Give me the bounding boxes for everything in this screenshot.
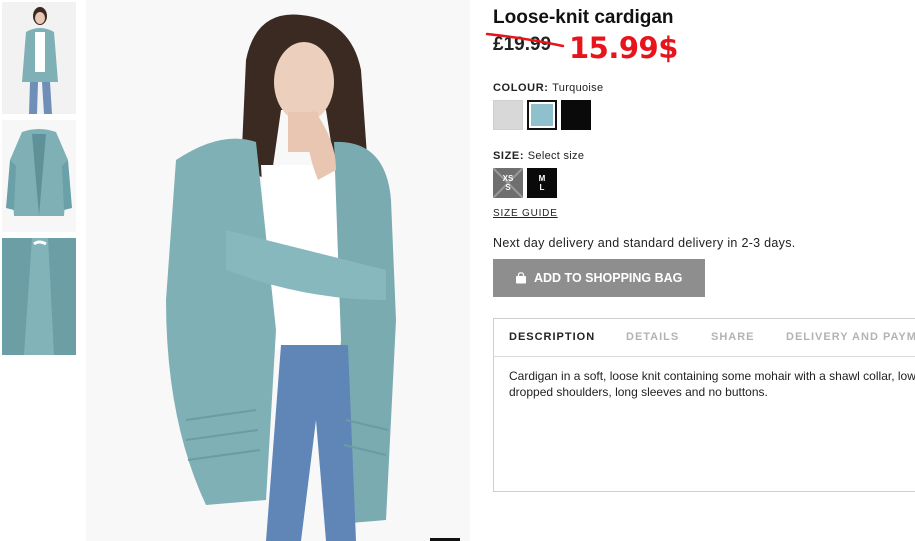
- size-xs-line1: XS: [502, 174, 514, 183]
- size-label: SIZE:: [493, 150, 525, 162]
- add-to-shopping-bag-button[interactable]: ADD TO SHOPPING BAG: [493, 259, 705, 297]
- selected-size: Select size: [527, 150, 585, 162]
- thumbnail-model-full[interactable]: [2, 2, 76, 114]
- tab-details[interactable]: DETAILS: [626, 331, 679, 343]
- tab-description[interactable]: DESCRIPTION: [509, 331, 595, 343]
- colour-label: COLOUR:: [493, 82, 549, 94]
- selected-colour: Turquoise: [552, 82, 604, 94]
- thumbnail-knit-detail[interactable]: [2, 238, 76, 355]
- sale-price: 15.99$: [569, 31, 678, 65]
- size-label-row: SIZE: Select size: [493, 150, 584, 162]
- shopping-bag-icon: [516, 272, 526, 284]
- size-option-xs-s[interactable]: XS S: [493, 168, 523, 198]
- size-guide-link[interactable]: SIZE GUIDE: [493, 208, 558, 219]
- delivery-info: Next day delivery and standard delivery …: [493, 236, 796, 250]
- product-tabs-panel: DESCRIPTION DETAILS SHARE DELIVERY AND P…: [493, 318, 915, 492]
- add-to-bag-label: ADD TO SHOPPING BAG: [534, 271, 683, 285]
- thumbnail-detail-image: [2, 238, 76, 355]
- swatch-black[interactable]: [561, 100, 591, 130]
- tab-share[interactable]: SHARE: [711, 331, 755, 343]
- swatch-grey[interactable]: [493, 100, 523, 130]
- thumbnail-product-flat[interactable]: [2, 120, 76, 232]
- description-text: Cardigan in a soft, loose knit containin…: [509, 369, 915, 399]
- size-ml-line2: L: [539, 183, 545, 192]
- swatch-turquoise[interactable]: [527, 100, 557, 130]
- model-photo: [86, 0, 470, 541]
- tab-delivery-and-payment[interactable]: DELIVERY AND PAYM: [786, 331, 915, 343]
- colour-label-row: COLOUR: Turquoise: [493, 82, 603, 94]
- size-xs-text: XS S: [493, 174, 523, 192]
- size-xs-line2: S: [505, 183, 511, 192]
- product-title: Loose-knit cardigan: [493, 7, 674, 28]
- size-option-m-l[interactable]: M L: [527, 168, 557, 198]
- original-price: £19.99: [493, 34, 552, 55]
- thumbnail-product-image: [2, 120, 76, 232]
- size-ml-line1: M: [538, 174, 546, 183]
- tab-bar: DESCRIPTION DETAILS SHARE DELIVERY AND P…: [494, 319, 915, 357]
- thumbnail-model-image: [2, 2, 76, 114]
- main-product-image[interactable]: [86, 0, 470, 541]
